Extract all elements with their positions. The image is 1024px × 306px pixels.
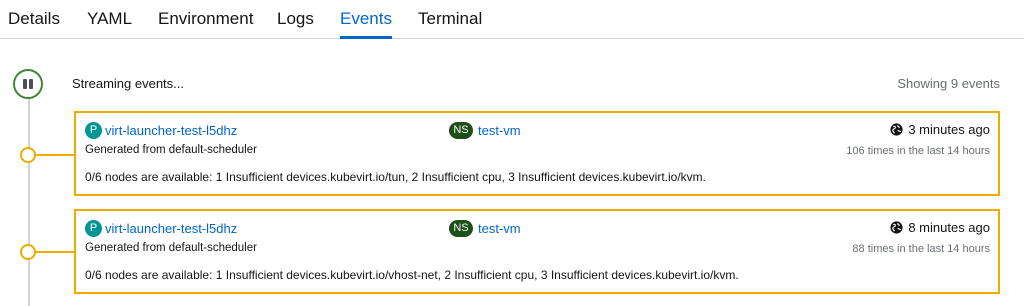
event-timeline-dot — [20, 244, 36, 260]
event-source: Generated from default-scheduler — [85, 242, 257, 254]
tab-details[interactable]: Details — [8, 0, 60, 38]
event-timeline-connector — [36, 154, 74, 156]
pause-icon-bar — [29, 79, 33, 89]
tab-environment[interactable]: Environment — [158, 0, 253, 38]
event-message: 0/6 nodes are available: 1 Insufficient … — [85, 268, 739, 282]
tab-yaml[interactable]: YAML — [87, 0, 132, 38]
pod-badge: P — [85, 220, 102, 237]
event-time: 3 minutes ago — [890, 122, 990, 137]
event-source: Generated from default-scheduler — [85, 144, 257, 156]
tab-bar: Details YAML Environment Logs Events Ter… — [0, 0, 1024, 39]
event-card: P virt-launcher-test-l5dhz NS test-vm Ge… — [74, 209, 1000, 294]
namespace-link[interactable]: test-vm — [478, 123, 521, 138]
pod-link[interactable]: virt-launcher-test-l5dhz — [105, 123, 237, 138]
tab-terminal[interactable]: Terminal — [418, 0, 482, 38]
event-occurrence-count: 106 times in the last 14 hours — [846, 145, 990, 157]
event-time: 8 minutes ago — [890, 220, 990, 235]
event-occurrence-count: 88 times in the last 14 hours — [852, 243, 990, 255]
event-time-label: 3 minutes ago — [908, 122, 990, 137]
event-message: 0/6 nodes are available: 1 Insufficient … — [85, 170, 707, 184]
event-timeline-connector — [36, 251, 74, 253]
namespace-badge: NS — [449, 122, 473, 139]
pause-streaming-button[interactable] — [13, 69, 43, 99]
namespace-badge: NS — [449, 220, 473, 237]
pod-link[interactable]: virt-launcher-test-l5dhz — [105, 221, 237, 236]
event-time-label: 8 minutes ago — [908, 220, 990, 235]
timeline-line — [28, 96, 30, 306]
pause-icon — [23, 79, 27, 89]
globe-icon — [890, 123, 903, 136]
event-timeline-dot — [20, 147, 36, 163]
event-card: P virt-launcher-test-l5dhz NS test-vm Ge… — [74, 111, 1000, 196]
namespace-link[interactable]: test-vm — [478, 221, 521, 236]
streaming-status: Streaming events... — [72, 76, 184, 91]
pod-badge: P — [85, 122, 102, 139]
globe-icon — [890, 221, 903, 234]
event-count: Showing 9 events — [897, 76, 1000, 91]
tab-logs[interactable]: Logs — [277, 0, 314, 38]
tab-events[interactable]: Events — [340, 0, 392, 39]
